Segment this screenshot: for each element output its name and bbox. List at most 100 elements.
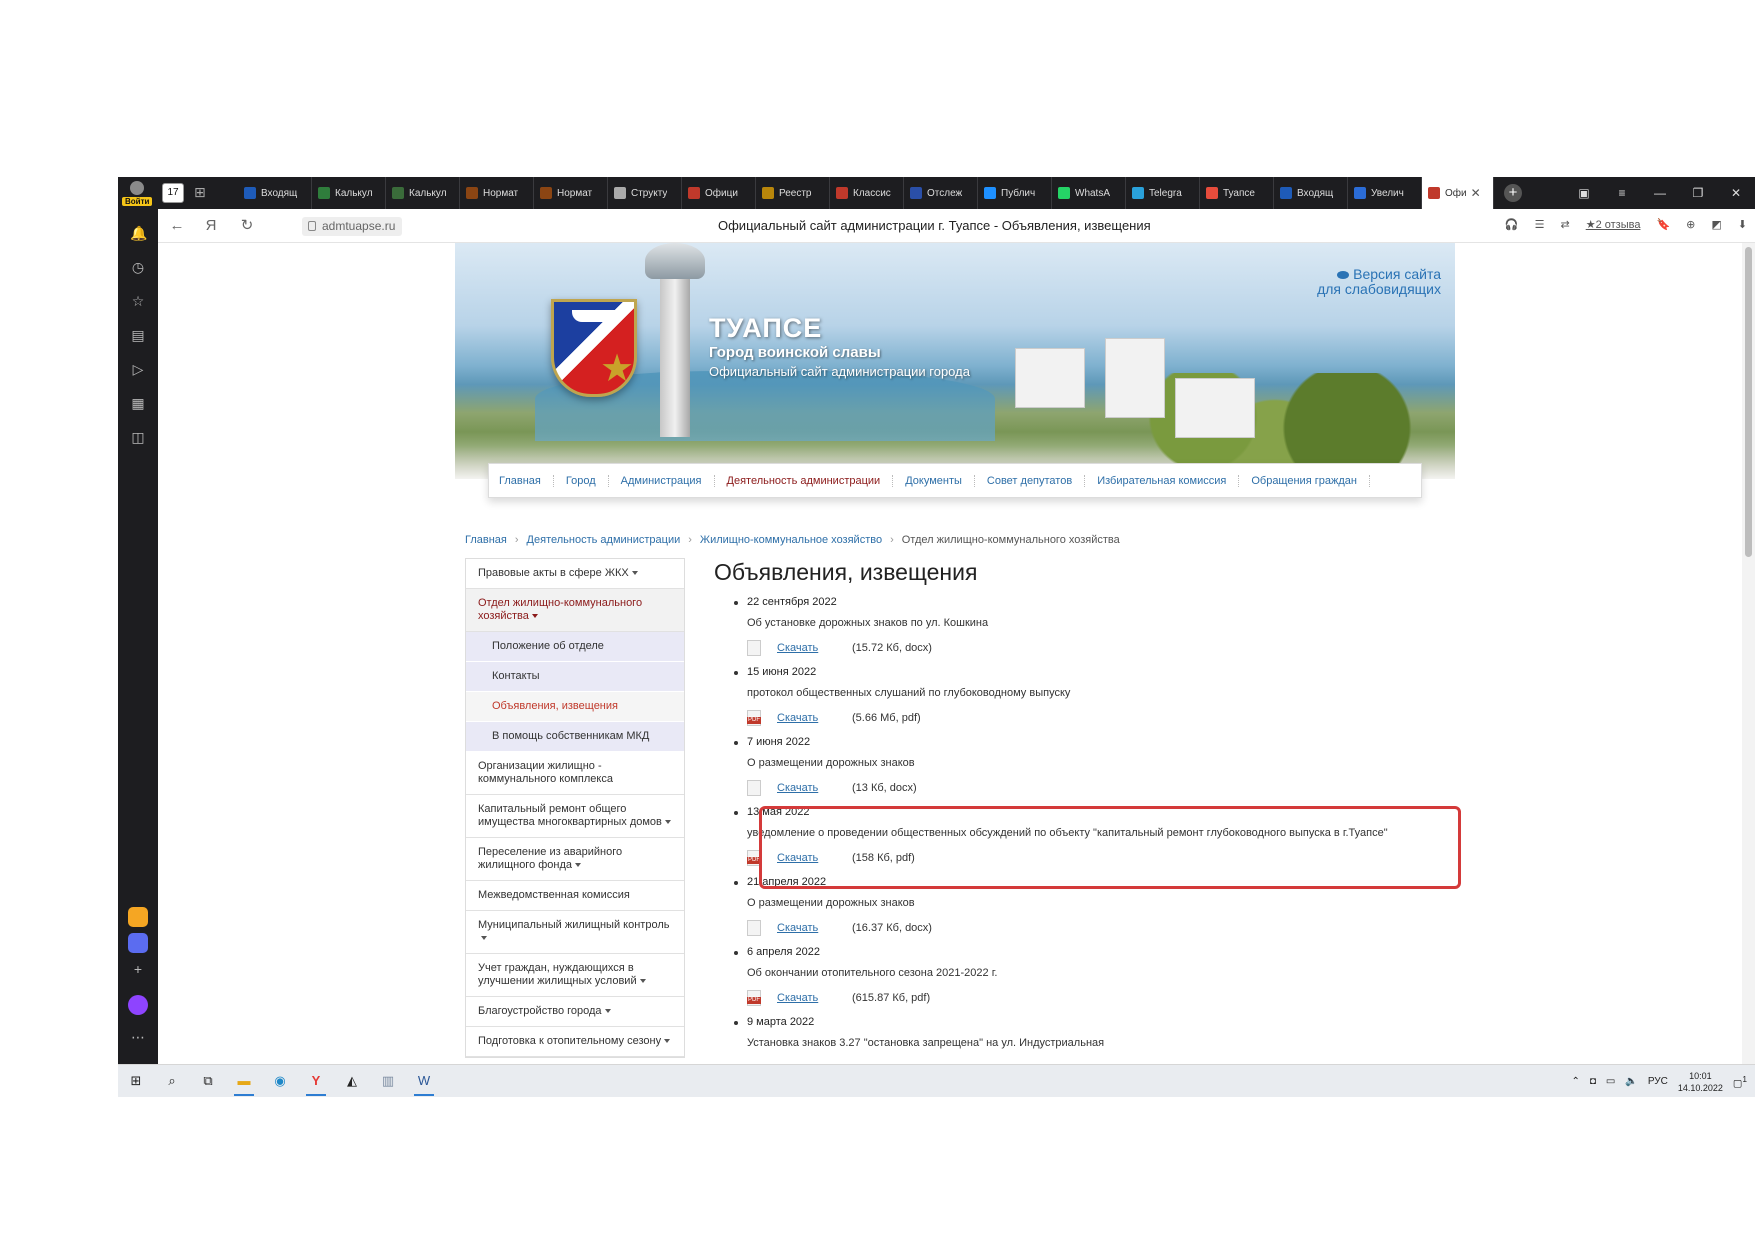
scrollbar-thumb[interactable]	[1745, 247, 1752, 557]
browser-tab-active[interactable]: Офи ✕	[1422, 177, 1494, 209]
browser-tab[interactable]: Нормат	[534, 177, 608, 209]
browser-tab[interactable]: Входящ	[238, 177, 312, 209]
new-tab-button[interactable]: +	[1504, 184, 1522, 202]
input-language[interactable]: РУС	[1648, 1076, 1668, 1087]
browser-tab[interactable]: Отслеж	[904, 177, 978, 209]
section-menu-item[interactable]: Отдел жилищно-коммунального хозяйства	[466, 589, 684, 632]
word-app-icon[interactable]: W	[412, 1070, 436, 1096]
url-field[interactable]: admtuapse.ru	[302, 217, 403, 236]
browser-tab[interactable]: Туапсе	[1200, 177, 1274, 209]
section-menu-item[interactable]: Учет граждан, нуждающихся в улучшении жи…	[466, 954, 684, 997]
yandex-browser-icon[interactable]: Y	[304, 1070, 328, 1096]
download-link[interactable]: Скачать	[777, 780, 818, 796]
download-link[interactable]: Скачать	[777, 640, 818, 656]
reader-mode-icon[interactable]: ☰	[1535, 218, 1545, 231]
section-menu-item[interactable]: Муниципальный жилищный контроль	[466, 911, 684, 954]
edge-browser-icon[interactable]: ◉	[268, 1070, 292, 1092]
show-hidden-icons[interactable]: ⌃	[1571, 1076, 1579, 1087]
network-icon[interactable]: ▭	[1606, 1076, 1615, 1087]
bookmark-icon[interactable]: 🔖	[1656, 218, 1670, 231]
scanner-app-icon[interactable]: ◭	[340, 1070, 364, 1092]
download-link[interactable]: Скачать	[777, 990, 818, 1006]
section-menu-item[interactable]: Капитальный ремонт общего имущества мног…	[466, 795, 684, 838]
task-view-icon[interactable]: ⧉	[196, 1070, 220, 1092]
tab-manager-icon[interactable]: ▣	[1565, 177, 1603, 209]
mail-app-icon[interactable]	[128, 907, 148, 927]
download-link[interactable]: Скачать	[777, 850, 818, 866]
clock[interactable]: 10:01 14.10.2022	[1678, 1070, 1723, 1094]
messenger-app-icon[interactable]	[128, 933, 148, 953]
notification-center-icon[interactable]: ▢1	[1733, 1074, 1747, 1089]
screenshot-icon[interactable]: ◫	[130, 429, 146, 445]
nav-item[interactable]: Деятельность администрации	[727, 474, 894, 487]
headphones-icon[interactable]: 🎧	[1505, 218, 1519, 231]
section-menu-item[interactable]: Правовые акты в сфере ЖКХ	[466, 559, 684, 589]
yandex-home-icon[interactable]: Я	[202, 217, 220, 235]
section-menu-item[interactable]: Благоустройство города	[466, 997, 684, 1027]
bookmarks-star-icon[interactable]: ☆	[130, 293, 146, 309]
browser-tab[interactable]: Нормат	[460, 177, 534, 209]
add-app-icon[interactable]: +	[130, 961, 146, 977]
browser-tab[interactable]: WhatsA	[1052, 177, 1126, 209]
nav-item[interactable]: Документы	[905, 474, 975, 487]
breadcrumb-item[interactable]: Главная	[465, 534, 507, 546]
section-submenu-item[interactable]: Положение об отделе	[466, 632, 684, 662]
browser-tab[interactable]: Telegra	[1126, 177, 1200, 209]
breadcrumb-item[interactable]: Деятельность администрации	[527, 534, 681, 546]
section-submenu-item[interactable]: В помощь собственникам МКД	[466, 722, 684, 752]
device-icon[interactable]: ◘	[1590, 1076, 1596, 1087]
nav-item[interactable]: Совет депутатов	[987, 474, 1086, 487]
section-menu-item[interactable]: Подготовка к отопительному сезону	[466, 1027, 684, 1057]
page-scrollbar[interactable]	[1742, 243, 1755, 1064]
volume-icon[interactable]: 🔈	[1625, 1076, 1637, 1087]
browser-tab[interactable]: Входящ	[1274, 177, 1348, 209]
search-icon[interactable]: ⌕	[160, 1070, 184, 1092]
download-link[interactable]: Скачать	[777, 920, 818, 936]
low-vision-link[interactable]: Версия сайта для слабовидящих	[1317, 267, 1441, 297]
section-menu-item[interactable]: Переселение из аварийного жилищного фонд…	[466, 838, 684, 881]
nav-item[interactable]: Главная	[499, 474, 554, 487]
browser-tab[interactable]: Офици	[682, 177, 756, 209]
new-tab-group-icon[interactable]: ⊞	[194, 184, 214, 202]
section-menu-item[interactable]: Межведомственная комиссия	[466, 881, 684, 911]
menu-icon[interactable]: ≡	[1603, 177, 1641, 209]
browser-tab[interactable]: Структу	[608, 177, 682, 209]
video-icon[interactable]: ▷	[130, 361, 146, 377]
browser-tab[interactable]: Классис	[830, 177, 904, 209]
browser-tab[interactable]: Калькул	[386, 177, 460, 209]
close-window-button[interactable]: ✕	[1717, 177, 1755, 209]
collections-add-icon[interactable]: ⊕	[1686, 218, 1695, 231]
download-link[interactable]: Скачать	[777, 710, 818, 726]
downloads-icon[interactable]: ⬇	[1738, 218, 1747, 231]
back-button[interactable]: ←	[168, 217, 186, 235]
section-submenu-item[interactable]: Объявления, извещения	[466, 692, 684, 722]
close-tab-icon[interactable]: ✕	[1471, 186, 1481, 200]
section-submenu-item[interactable]: Контакты	[466, 662, 684, 692]
translate-icon[interactable]: ⇄	[1560, 218, 1569, 231]
tab-counter-button[interactable]: 17	[162, 183, 184, 203]
nav-item[interactable]: Избирательная комиссия	[1097, 474, 1240, 487]
nav-item[interactable]: Город	[566, 474, 609, 487]
browser-tab[interactable]: Публич	[978, 177, 1052, 209]
login-button[interactable]: Войти	[122, 179, 153, 207]
nav-item[interactable]: Администрация	[621, 474, 715, 487]
history-icon[interactable]: ◷	[130, 259, 146, 275]
restore-button[interactable]: ❐	[1679, 177, 1717, 209]
browser-tab[interactable]: Калькул	[312, 177, 386, 209]
file-explorer-icon[interactable]: ▬	[232, 1070, 256, 1096]
calendar-icon[interactable]: ▦	[130, 395, 146, 411]
browser-tab[interactable]: Реестр	[756, 177, 830, 209]
more-icon[interactable]: ⋯	[130, 1029, 146, 1045]
browser-tab[interactable]: Увелич	[1348, 177, 1422, 209]
alice-assistant-icon[interactable]	[128, 995, 148, 1015]
city-coat-of-arms-logo[interactable]: ★	[551, 299, 637, 397]
notifications-icon[interactable]: 🔔	[130, 225, 147, 241]
storage-app-icon[interactable]: ▥	[376, 1070, 400, 1092]
reload-icon[interactable]: ↻	[238, 217, 256, 235]
extension-icon[interactable]: ◩	[1711, 218, 1721, 231]
breadcrumb-item[interactable]: Жилищно-коммунальное хозяйство	[700, 534, 882, 546]
minimize-button[interactable]: —	[1641, 177, 1679, 209]
nav-item[interactable]: Обращения граждан	[1251, 474, 1370, 487]
start-button[interactable]: ⊞	[124, 1070, 148, 1092]
reviews-link[interactable]: ★2 отзыва	[1586, 218, 1641, 231]
